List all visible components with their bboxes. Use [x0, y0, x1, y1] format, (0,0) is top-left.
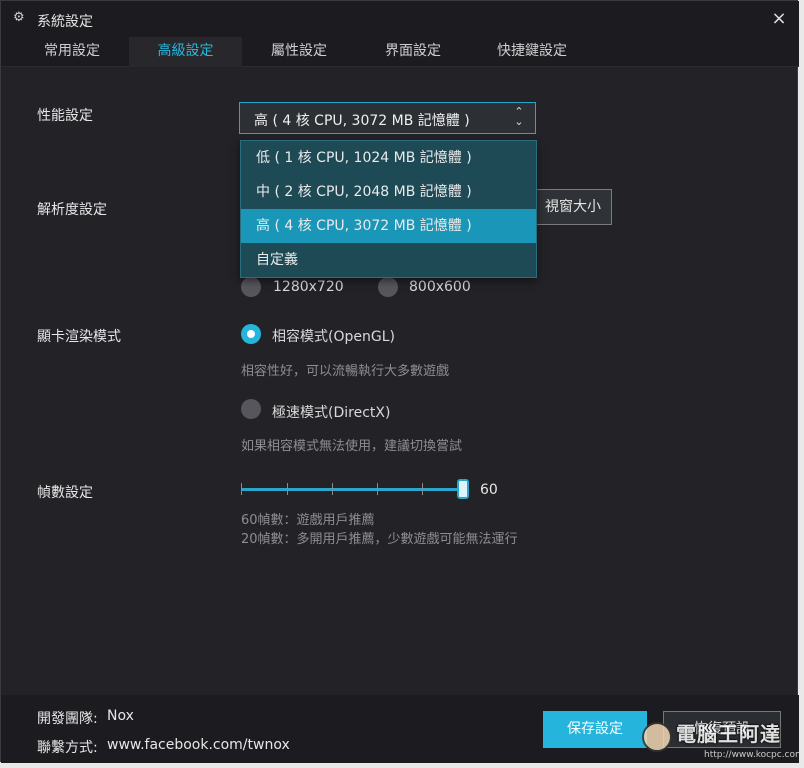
close-button[interactable]: ×: [769, 9, 789, 29]
fps-slider-tick: [422, 483, 423, 495]
contact-label: 聯繫方式:: [37, 740, 98, 756]
graphics-label: 顯卡渲染模式: [37, 329, 121, 345]
graphics-radio-directx[interactable]: [241, 399, 261, 419]
watermark-url: http://www.kocpc.com.tw: [704, 750, 804, 760]
performance-option-custom[interactable]: 自定義: [241, 243, 536, 277]
resolution-label-1280: 1280x720: [273, 279, 344, 295]
title-bar: ⚙ 系統設定 ×: [1, 1, 799, 37]
contact-value[interactable]: www.facebook.com/twnox: [107, 737, 290, 753]
fps-note-60: 60幀數：遊戲用戶推薦: [241, 513, 375, 528]
fps-slider-tick: [241, 483, 242, 495]
resolution-radio-1280[interactable]: [241, 277, 261, 297]
dev-team-value: Nox: [107, 708, 134, 724]
fps-slider-tick: [287, 483, 288, 495]
performance-selected-value: 高 ( 4 核 CPU, 3072 MB 記憶體 ): [254, 113, 470, 129]
graphics-opengl-desc: 相容性好，可以流暢執行大多數遊戲: [241, 364, 450, 379]
fps-label: 幀數設定: [37, 485, 93, 501]
performance-option-medium[interactable]: 中 ( 2 核 CPU, 2048 MB 記憶體 ): [241, 175, 536, 209]
resolution-label: 解析度設定: [37, 202, 107, 218]
fps-slider-tick: [377, 483, 378, 495]
resolution-label-800: 800x600: [409, 279, 471, 295]
fps-slider-tick: [332, 483, 333, 495]
tab-properties[interactable]: 屬性設定: [244, 37, 354, 67]
fps-slider-thumb[interactable]: [457, 479, 469, 499]
fps-slider-track[interactable]: [241, 488, 463, 491]
performance-option-low[interactable]: 低 ( 1 核 CPU, 1024 MB 記憶體 ): [241, 141, 536, 175]
fps-value: 60: [480, 482, 498, 498]
tab-shortcuts[interactable]: 快捷鍵設定: [471, 37, 593, 67]
watermark-text: 電腦王阿達: [676, 722, 781, 746]
settings-window: ⚙ 系統設定 × 常用設定 高級設定 屬性設定 界面設定 快捷鍵設定 性能設定 …: [0, 0, 799, 763]
graphics-radio-opengl[interactable]: [241, 324, 261, 344]
chevron-up-down-icon: ⌃ ⌄: [514, 105, 524, 128]
tab-advanced[interactable]: 高級設定: [129, 37, 242, 67]
dev-team-label: 開發團隊:: [37, 711, 98, 727]
mascot-face-icon: [642, 722, 672, 752]
gear-icon: ⚙: [13, 10, 25, 25]
performance-label: 性能設定: [37, 108, 93, 124]
save-settings-button[interactable]: 保存設定: [543, 711, 647, 748]
performance-option-high[interactable]: 高 ( 4 核 CPU, 3072 MB 記憶體 ): [241, 209, 536, 243]
performance-select[interactable]: 高 ( 4 核 CPU, 3072 MB 記憶體 ) ⌃ ⌄: [239, 102, 536, 134]
tab-interface[interactable]: 界面設定: [358, 37, 468, 67]
tab-bar: 常用設定 高級設定 屬性設定 界面設定 快捷鍵設定: [1, 37, 799, 67]
tab-general[interactable]: 常用設定: [17, 37, 127, 67]
watermark-logo: 電腦王阿達 http://www.kocpc.com.tw: [640, 718, 804, 766]
window-title: 系統設定: [37, 14, 93, 30]
graphics-directx-desc: 如果相容模式無法使用，建議切換嘗試: [241, 439, 463, 454]
resolution-radio-800[interactable]: [378, 277, 398, 297]
graphics-opengl-label: 相容模式(OpenGL): [272, 329, 395, 345]
fps-note-20: 20幀數：多開用戶推薦，少數遊戲可能無法運行: [241, 532, 518, 547]
performance-dropdown: 低 ( 1 核 CPU, 1024 MB 記憶體 ) 中 ( 2 核 CPU, …: [240, 140, 537, 278]
graphics-directx-label: 極速模式(DirectX): [272, 405, 391, 421]
